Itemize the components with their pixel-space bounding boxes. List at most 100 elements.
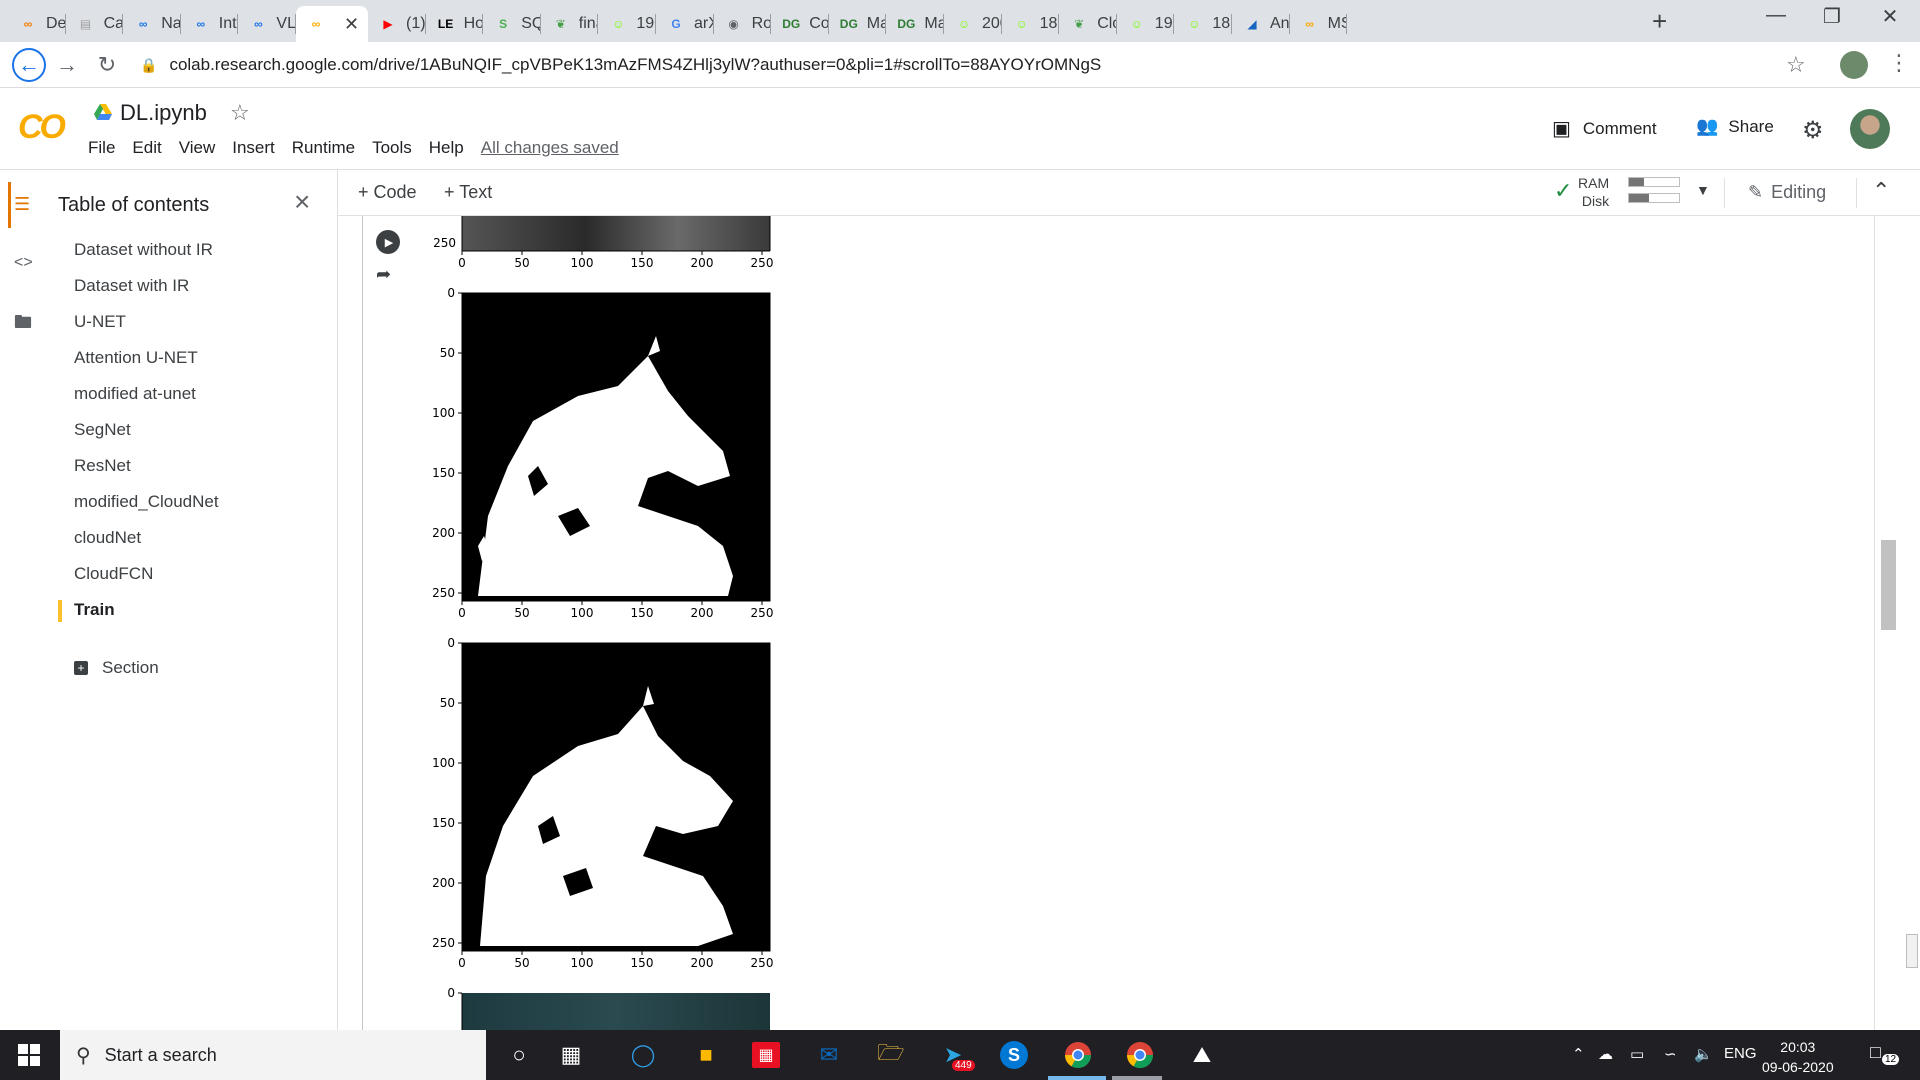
browser-tab-21[interactable]: ◢ An (1232, 6, 1290, 42)
browser-tab-0[interactable]: ∞ Dep (8, 6, 66, 42)
share-button[interactable]: 👥 Share (1696, 116, 1774, 137)
account-avatar[interactable] (1850, 109, 1890, 149)
skype-icon[interactable]: S (1000, 1041, 1028, 1069)
browser-tab-13[interactable]: DG Cor (771, 6, 829, 42)
toc-item-u-net[interactable]: U-NET (74, 312, 126, 332)
edge-icon[interactable]: ◯ (627, 1040, 659, 1070)
browser-tab-19[interactable]: ☺ 190 (1117, 6, 1175, 42)
volume-icon[interactable]: 🔈 (1694, 1045, 1713, 1063)
toc-item-dataset-with-ir[interactable]: Dataset with IR (74, 276, 189, 296)
bookmark-star-icon[interactable]: ☆ (1786, 52, 1806, 78)
ram-disk-labels[interactable]: RAM Disk (1578, 174, 1609, 210)
taskbar-search-box[interactable]: ⚲ Start a search (60, 1030, 486, 1080)
menu-insert[interactable]: Insert (232, 138, 275, 158)
browser-tab-5[interactable]: ∞ ✕ (296, 6, 368, 42)
page-scrollbar-thumb[interactable] (1906, 934, 1918, 968)
settings-gear-icon[interactable]: ⚙ (1802, 116, 1824, 145)
battery-icon[interactable]: ▭ (1630, 1045, 1644, 1063)
file-explorer-icon[interactable]: 🗁 (875, 1040, 907, 1070)
close-tab-icon[interactable]: ✕ (344, 14, 359, 35)
menu-file[interactable]: File (88, 138, 115, 158)
star-notebook-icon[interactable]: ☆ (230, 100, 250, 126)
chrome-icon[interactable] (1062, 1040, 1094, 1070)
smiley-icon: ☺ (1130, 17, 1143, 31)
toc-item-cloudnet[interactable]: cloudNet (74, 528, 141, 548)
toc-item-modified-at-unet[interactable]: modified at-unet (74, 384, 196, 404)
add-section-button[interactable]: + Section (74, 658, 159, 678)
y-tick-label: 200 (432, 526, 455, 540)
gift-icon[interactable]: ▦ (752, 1042, 780, 1068)
browser-tab-20[interactable]: ☺ 18 (1174, 6, 1232, 42)
browser-tab-3[interactable]: ∞ Intr (181, 6, 239, 42)
browser-tab-22[interactable]: ∞ MS (1290, 6, 1348, 42)
menu-help[interactable]: Help (429, 138, 464, 158)
wifi-icon[interactable]: ∽ (1664, 1045, 1677, 1063)
browser-tab-1[interactable]: ▤ Car (66, 6, 124, 42)
browser-menu-icon[interactable]: ⋮ (1888, 50, 1910, 76)
close-icon[interactable]: × (294, 186, 310, 218)
reload-button[interactable]: ↻ (92, 50, 122, 80)
photos-icon[interactable]: ⛰ (1186, 1040, 1218, 1070)
windows-start-icon[interactable] (18, 1044, 40, 1066)
new-tab-button[interactable]: + (1652, 6, 1667, 37)
back-button[interactable]: ← (12, 48, 46, 82)
colab-logo[interactable]: CO (18, 108, 66, 147)
editing-mode-button[interactable]: ✎ Editing (1748, 182, 1826, 203)
ram-label: RAM (1578, 175, 1610, 191)
browser-tab-15[interactable]: DG Ma (886, 6, 944, 42)
browser-profile-avatar[interactable] (1840, 51, 1868, 79)
menu-view[interactable]: View (179, 138, 216, 158)
comment-button[interactable]: ▣ Comment (1552, 116, 1657, 141)
close-window-button[interactable]: ✕ (1862, 4, 1918, 29)
notebook-scrollbar-thumb[interactable] (1881, 540, 1896, 630)
toc-item-dataset-without-ir[interactable]: Dataset without IR (74, 240, 213, 260)
browser-tab-10[interactable]: ☺ 190 (598, 6, 656, 42)
add-text-cell-button[interactable]: + Text (444, 182, 492, 203)
browser-tab-16[interactable]: ☺ 200 (944, 6, 1002, 42)
forward-button[interactable]: → (52, 50, 82, 80)
mail-icon[interactable]: ✉ (813, 1040, 845, 1070)
browser-tab-14[interactable]: DG Ma (829, 6, 887, 42)
browser-tab-11[interactable]: GarX (656, 6, 714, 42)
clock[interactable]: 20:03 09-06-2020 (1762, 1037, 1834, 1077)
save-status-link[interactable]: All changes saved (481, 138, 619, 158)
language-indicator[interactable]: ENG (1724, 1045, 1757, 1062)
chrome-icon-2[interactable] (1124, 1040, 1156, 1070)
browser-tab-2[interactable]: ∞ Nat (123, 6, 181, 42)
toc-item-cloudfcn[interactable]: CloudFCN (74, 564, 153, 584)
menu-edit[interactable]: Edit (132, 138, 161, 158)
code-snippets-icon[interactable]: <> (14, 254, 33, 272)
toc-item-segnet[interactable]: SegNet (74, 420, 131, 440)
browser-tab-18[interactable]: ❦ Clo (1059, 6, 1117, 42)
browser-tab-6[interactable]: ▶ (1) (368, 6, 426, 42)
browser-tab-17[interactable]: ☺ 18 (1002, 6, 1060, 42)
browser-tab-4[interactable]: ∞ VLS (238, 6, 296, 42)
add-code-cell-button[interactable]: + Code (358, 182, 417, 203)
browser-tab-8[interactable]: S SQ (483, 6, 541, 42)
toc-item-train[interactable]: Train (74, 600, 115, 620)
menu-runtime[interactable]: Runtime (292, 138, 355, 158)
store-icon[interactable]: ■ (690, 1040, 722, 1070)
browser-tab-9[interactable]: ❦ fina (541, 6, 599, 42)
notebook-name[interactable]: DL.ipynb (120, 100, 207, 126)
toc-item-attention-u-net[interactable]: Attention U-NET (74, 348, 198, 368)
table-of-contents-icon[interactable]: ☰ (14, 194, 30, 215)
action-center-icon[interactable]: □ (1870, 1042, 1881, 1063)
maximize-button[interactable]: ❐ (1804, 4, 1860, 29)
task-view-icon[interactable]: ▦ (555, 1040, 587, 1070)
toc-item-resnet[interactable]: ResNet (74, 456, 131, 476)
browser-tab-12[interactable]: ◉ Roa (714, 6, 772, 42)
browser-tab-7[interactable]: LE Ho (426, 6, 484, 42)
toc-item-modified-cloudnet[interactable]: modified_CloudNet (74, 492, 219, 512)
show-hidden-icons-icon[interactable]: ⌃ (1572, 1045, 1585, 1063)
minimize-button[interactable]: — (1748, 4, 1804, 27)
address-bar[interactable]: 🔒 colab.research.google.com/drive/1ABuNQ… (140, 48, 1800, 82)
files-folder-icon[interactable]: 🖿 (14, 310, 32, 340)
runtime-dropdown-icon[interactable]: ▼ (1696, 182, 1710, 198)
tab-label: 190 (1154, 15, 1175, 32)
menu-tools[interactable]: Tools (372, 138, 412, 158)
cortana-icon[interactable]: ○ (503, 1040, 535, 1070)
onedrive-icon[interactable]: ☁ (1598, 1045, 1613, 1063)
collapse-header-icon[interactable]: ⌃ (1872, 178, 1890, 204)
colab-icon: ∞ (254, 17, 263, 31)
